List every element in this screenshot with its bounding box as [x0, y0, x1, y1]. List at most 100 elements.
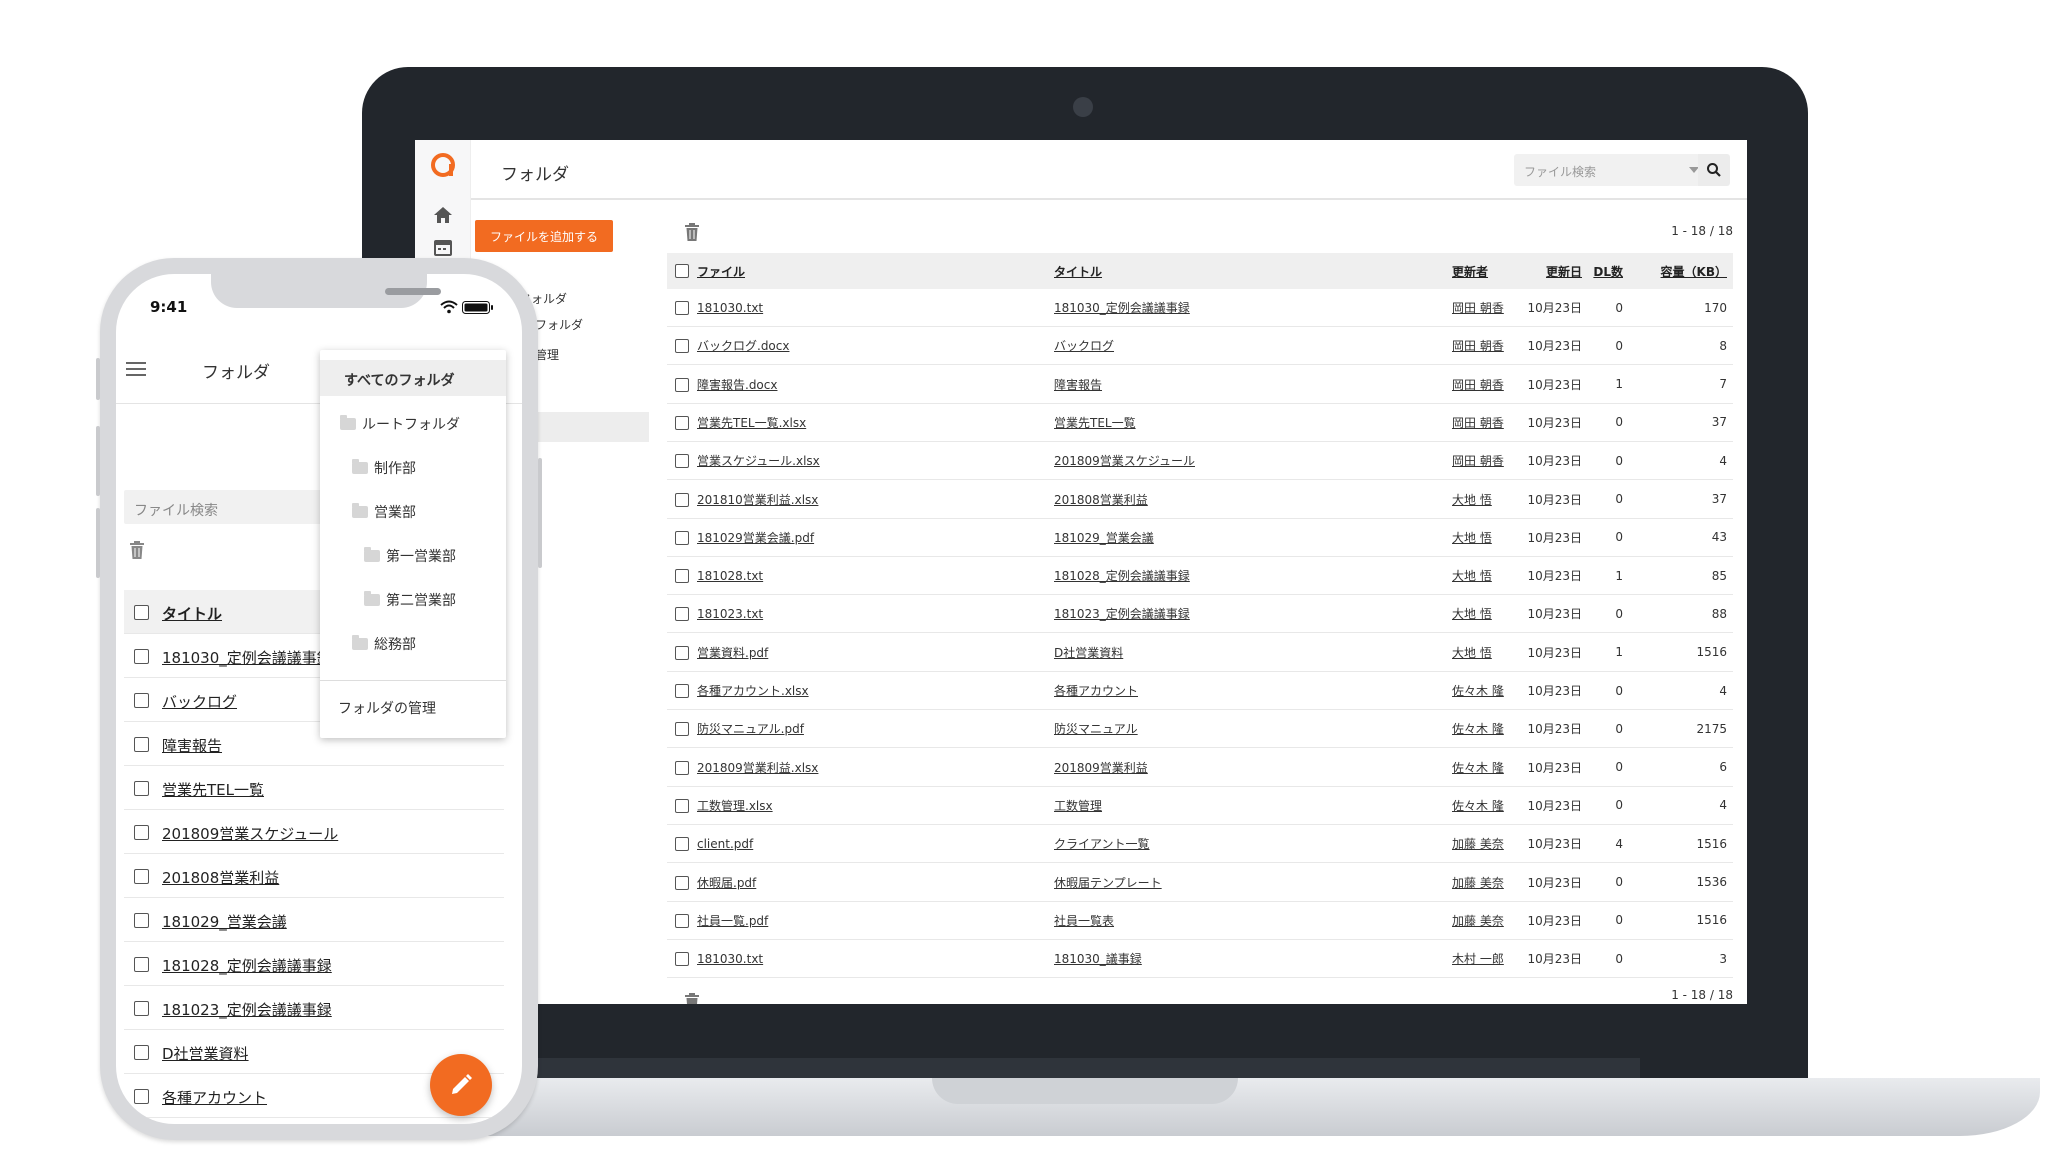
list-item-checkbox[interactable] — [134, 1045, 149, 1060]
cell-title[interactable]: 営業先TEL一覧 — [1054, 404, 1136, 441]
cell-file[interactable]: 181023.txt — [697, 595, 763, 632]
row-checkbox[interactable] — [675, 798, 689, 813]
list-item-title[interactable]: D社営業資料 — [162, 1043, 249, 1064]
list-item-checkbox[interactable] — [134, 825, 149, 840]
header-user[interactable]: 更新者 — [1452, 253, 1488, 289]
search-button[interactable] — [1698, 154, 1730, 186]
dropdown-folder-item[interactable]: ルートフォルダ — [340, 414, 460, 434]
list-item-title[interactable]: 各種アカウント — [162, 1087, 267, 1108]
row-checkbox[interactable] — [675, 377, 689, 392]
list-item[interactable]: 181028_定例会議議事録 — [124, 942, 504, 986]
cell-title[interactable]: 各種アカウント — [1054, 672, 1138, 709]
row-checkbox[interactable] — [675, 454, 689, 469]
table-row[interactable]: 201810営業利益.xlsx 201808営業利益 大地 悟 10月23日 0 37 — [667, 481, 1733, 519]
row-checkbox[interactable] — [675, 607, 689, 622]
table-row[interactable]: 休暇届.pdf 休暇届テンプレート 加藤 美奈 10月23日 0 1536 — [667, 864, 1733, 902]
dropdown-folder-item[interactable]: 第一営業部 — [364, 546, 456, 566]
cell-user[interactable]: 大地 悟 — [1452, 481, 1492, 518]
table-row[interactable]: 障害報告.docx 障害報告 岡田 朝香 10月23日 1 7 — [667, 366, 1733, 404]
row-checkbox[interactable] — [675, 913, 689, 928]
cell-file[interactable]: 201810営業利益.xlsx — [697, 481, 818, 518]
phone-list-header-label[interactable]: タイトル — [162, 603, 222, 624]
cell-user[interactable]: 岡田 朝香 — [1452, 289, 1504, 326]
cell-file[interactable]: バックログ.docx — [697, 327, 789, 364]
dropdown-folder-item[interactable]: 制作部 — [352, 458, 416, 478]
table-row[interactable]: 181030.txt 181030_議事録 木村 一郎 10月23日 0 3 — [667, 940, 1733, 979]
search-input[interactable]: ファイル検索 — [1514, 154, 1700, 186]
table-row[interactable]: 社員一覧.pdf 社員一覧表 加藤 美奈 10月23日 0 1516 — [667, 902, 1733, 940]
phone-select-all-checkbox[interactable] — [134, 605, 149, 620]
cell-file[interactable]: client.pdf — [697, 825, 753, 862]
cell-user[interactable]: 岡田 朝香 — [1452, 404, 1504, 441]
list-item[interactable]: 201809営業スケジュール — [124, 810, 504, 854]
list-item[interactable]: 防災マニュアル — [124, 1118, 504, 1124]
row-checkbox[interactable] — [675, 875, 689, 890]
list-item[interactable]: 営業先TEL一覧 — [124, 766, 504, 810]
table-row[interactable]: バックログ.docx バックログ 岡田 朝香 10月23日 0 8 — [667, 327, 1733, 366]
cell-user[interactable]: 佐々木 隆 — [1452, 710, 1504, 747]
cell-user[interactable]: 岡田 朝香 — [1452, 366, 1504, 403]
list-item-checkbox[interactable] — [134, 781, 149, 796]
row-checkbox[interactable] — [675, 569, 689, 584]
header-date[interactable]: 更新日 — [1532, 253, 1582, 289]
cell-user[interactable]: 加藤 美奈 — [1452, 902, 1504, 939]
cell-file[interactable]: 工数管理.xlsx — [697, 787, 773, 824]
cell-file[interactable]: 181030.txt — [697, 940, 763, 977]
cell-file[interactable]: 防災マニュアル.pdf — [697, 710, 804, 747]
cell-user[interactable]: 木村 一郎 — [1452, 940, 1504, 977]
list-item-checkbox[interactable] — [134, 649, 149, 664]
row-checkbox[interactable] — [675, 492, 689, 507]
table-row[interactable]: 201809営業利益.xlsx 201809営業利益 佐々木 隆 10月23日 0 6 — [667, 749, 1733, 787]
table-row[interactable]: 181030.txt 181030_定例会議議事録 岡田 朝香 10月23日 0 170 — [667, 289, 1733, 327]
cell-user[interactable]: 加藤 美奈 — [1452, 864, 1504, 901]
cell-title[interactable]: 防災マニュアル — [1054, 710, 1138, 747]
cell-user[interactable]: 大地 悟 — [1452, 634, 1492, 671]
calendar-icon[interactable] — [432, 236, 454, 258]
row-checkbox[interactable] — [675, 722, 689, 737]
cell-title[interactable]: クライアント一覧 — [1054, 825, 1150, 862]
trash-icon[interactable] — [683, 222, 701, 242]
list-item-title[interactable]: 181030_定例会議議事録 — [162, 647, 332, 668]
cell-file[interactable]: 201809営業利益.xlsx — [697, 749, 818, 786]
list-item-title[interactable]: 障害報告 — [162, 735, 222, 756]
home-icon[interactable] — [432, 204, 454, 226]
cell-file[interactable]: 障害報告.docx — [697, 366, 777, 403]
dropdown-manage-folders[interactable]: フォルダの管理 — [338, 698, 436, 718]
cell-file[interactable]: 営業スケジュール.xlsx — [697, 442, 820, 479]
header-title[interactable]: タイトル — [1054, 253, 1102, 289]
list-item-checkbox[interactable] — [134, 957, 149, 972]
cell-user[interactable]: 岡田 朝香 — [1452, 327, 1504, 364]
cell-user[interactable]: 加藤 美奈 — [1452, 825, 1504, 862]
dropdown-all-folders[interactable]: すべてのフォルダ — [344, 370, 454, 390]
table-row[interactable]: 181029営業会議.pdf 181029_営業会議 大地 悟 10月23日 0 43 — [667, 519, 1733, 557]
menu-icon[interactable] — [126, 360, 148, 378]
cell-title[interactable]: バックログ — [1054, 327, 1114, 364]
table-row[interactable]: client.pdf クライアント一覧 加藤 美奈 10月23日 4 1516 — [667, 825, 1733, 864]
add-file-button[interactable]: ファイルを追加する — [475, 220, 613, 252]
trash-icon[interactable] — [128, 540, 146, 560]
dropdown-folder-item[interactable]: 総務部 — [352, 634, 416, 654]
cell-title[interactable]: 181029_営業会議 — [1054, 519, 1154, 556]
list-item-checkbox[interactable] — [134, 1089, 149, 1104]
row-checkbox[interactable] — [675, 760, 689, 775]
table-row[interactable]: 181023.txt 181023_定例会議議事録 大地 悟 10月23日 0 88 — [667, 595, 1733, 634]
list-item-checkbox[interactable] — [134, 913, 149, 928]
cell-title[interactable]: 181030_定例会議議事録 — [1054, 289, 1190, 326]
header-file[interactable]: ファイル — [697, 253, 745, 289]
table-row[interactable]: 営業資料.pdf D社営業資料 大地 悟 10月23日 1 1516 — [667, 634, 1733, 672]
brand-logo-icon[interactable] — [427, 150, 459, 182]
list-item-title[interactable]: 201808営業利益 — [162, 867, 279, 888]
cell-file[interactable]: 社員一覧.pdf — [697, 902, 768, 939]
select-all-checkbox[interactable] — [675, 264, 689, 278]
cell-title[interactable]: 181028_定例会議議事録 — [1054, 557, 1190, 594]
row-checkbox[interactable] — [675, 837, 689, 852]
compose-fab[interactable] — [430, 1054, 492, 1116]
cell-title[interactable]: 201809営業利益 — [1054, 749, 1148, 786]
dropdown-folder-item[interactable]: 営業部 — [352, 502, 416, 522]
cell-title[interactable]: 社員一覧表 — [1054, 902, 1114, 939]
cell-file[interactable]: 181028.txt — [697, 557, 763, 594]
cell-user[interactable]: 佐々木 隆 — [1452, 787, 1504, 824]
row-checkbox[interactable] — [675, 530, 689, 545]
cell-user[interactable]: 大地 悟 — [1452, 519, 1492, 556]
list-item[interactable]: 201808営業利益 — [124, 854, 504, 898]
